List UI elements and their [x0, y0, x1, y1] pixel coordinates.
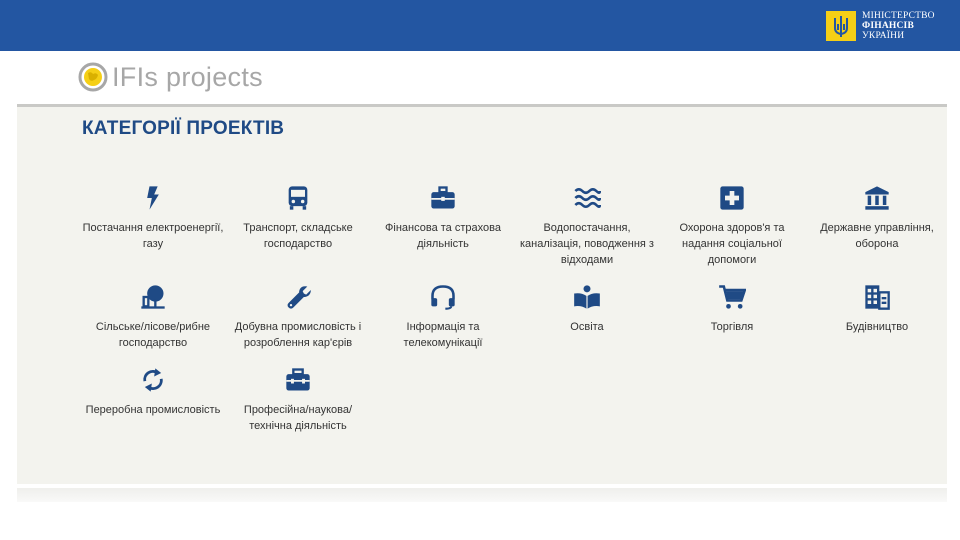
category-label: Професійна/наукова/ технічна діяльність: [243, 404, 353, 432]
category-label: Транспорт, складське господарство: [243, 222, 353, 250]
bolt-icon: [147, 186, 159, 210]
category-manufacturing[interactable]: Переробна промисловість: [78, 365, 228, 418]
category-label: Будівництво: [845, 321, 909, 333]
category-telecom[interactable]: Інформація та телекомунікації: [368, 282, 518, 351]
ministry-line-3: України: [862, 31, 905, 41]
category-label: Добувна промисловість і розроблення кар'…: [234, 321, 362, 349]
government-building-icon: [865, 186, 889, 210]
top-header-bar: Міністерство фінансів України: [0, 0, 960, 51]
category-government[interactable]: Державне управління, оборона: [802, 183, 952, 252]
category-professional[interactable]: Професійна/наукова/ технічна діяльність: [223, 365, 373, 434]
category-finance[interactable]: Фінансова та страхова діяльність: [368, 183, 518, 252]
toolbox-icon: [286, 368, 310, 391]
site-brand[interactable]: IFIs projects: [78, 62, 263, 92]
panel-bottom-shadow: [17, 488, 947, 502]
category-label: Переробна промисловість: [85, 404, 221, 416]
category-label: Освіта: [570, 321, 604, 333]
open-book-icon: [574, 285, 600, 309]
globe-logo-icon: [78, 62, 108, 92]
wrench-icon: [287, 286, 311, 309]
category-trade[interactable]: Торгівля: [657, 282, 807, 335]
trident-icon: [826, 11, 856, 41]
medical-cross-icon: [720, 186, 744, 210]
category-label: Постачання електроенергії, газу: [82, 222, 224, 250]
category-energy[interactable]: Постачання електроенергії, газу: [78, 183, 228, 252]
category-label: Охорона здоров'я та надання соціальної д…: [679, 222, 785, 266]
category-transport[interactable]: Транспорт, складське господарство: [223, 183, 373, 252]
headset-icon: [431, 285, 455, 310]
ministry-line-1: Міністерство: [862, 11, 935, 21]
category-label: Сільське/лісове/рибне господарство: [95, 321, 211, 349]
category-label: Торгівля: [710, 321, 754, 333]
category-label: Фінансова та страхова діяльність: [385, 222, 501, 250]
bus-icon: [288, 186, 308, 210]
category-label: Державне управління, оборона: [820, 222, 934, 250]
ministry-line-2: фінансів: [862, 21, 914, 31]
tree-icon: [141, 285, 165, 309]
recycle-arrows-icon: [143, 368, 163, 392]
buildings-icon: [865, 285, 890, 310]
ministry-name: Міністерство фінансів України: [862, 11, 935, 41]
category-agriculture[interactable]: Сільське/лісове/рибне господарство: [78, 282, 228, 351]
category-label: Інформація та телекомунікації: [403, 321, 483, 349]
category-water[interactable]: Водопостачання, каналізація, поводження …: [512, 183, 662, 268]
category-health[interactable]: Охорона здоров'я та надання соціальної д…: [657, 183, 807, 268]
category-mining[interactable]: Добувна промисловість і розроблення кар'…: [223, 282, 373, 351]
ministry-logo[interactable]: Міністерство фінансів України: [826, 11, 935, 41]
category-construction[interactable]: Будівництво: [802, 282, 952, 335]
category-education[interactable]: Освіта: [512, 282, 662, 335]
category-label: Водопостачання, каналізація, поводження …: [520, 222, 654, 266]
water-waves-icon: [574, 187, 601, 209]
shopping-cart-icon: [719, 285, 746, 309]
section-title: КАТЕГОРІЇ ПРОЕКТІВ: [82, 118, 285, 139]
briefcase-icon: [431, 186, 455, 209]
brand-title: IFIs projects: [112, 62, 263, 92]
